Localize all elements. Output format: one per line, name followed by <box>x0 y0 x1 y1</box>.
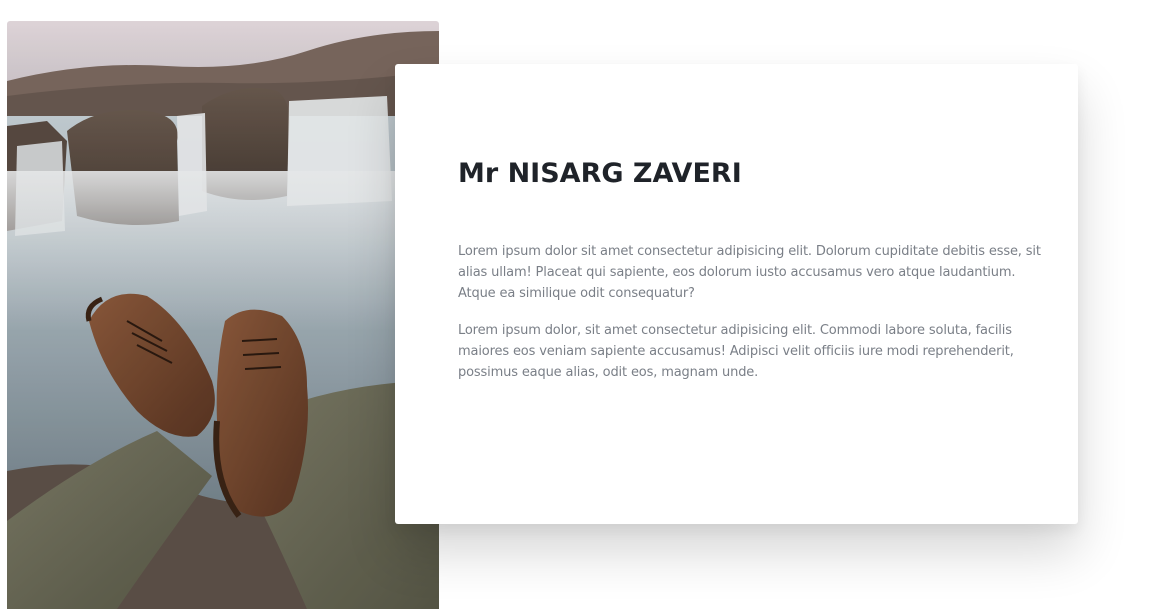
profile-name-heading: Mr NISARG ZAVERI <box>458 158 742 189</box>
profile-paragraph-2: Lorem ipsum dolor, sit amet consectetur … <box>458 323 1014 380</box>
waterfall-feet-photo <box>7 21 439 609</box>
about-section: Mr NISARG ZAVERI Lorem ipsum dolor sit a… <box>0 0 1161 609</box>
profile-card: Mr NISARG ZAVERI Lorem ipsum dolor sit a… <box>395 64 1078 524</box>
profile-paragraph-1: Lorem ipsum dolor sit amet consectetur a… <box>458 244 1041 301</box>
